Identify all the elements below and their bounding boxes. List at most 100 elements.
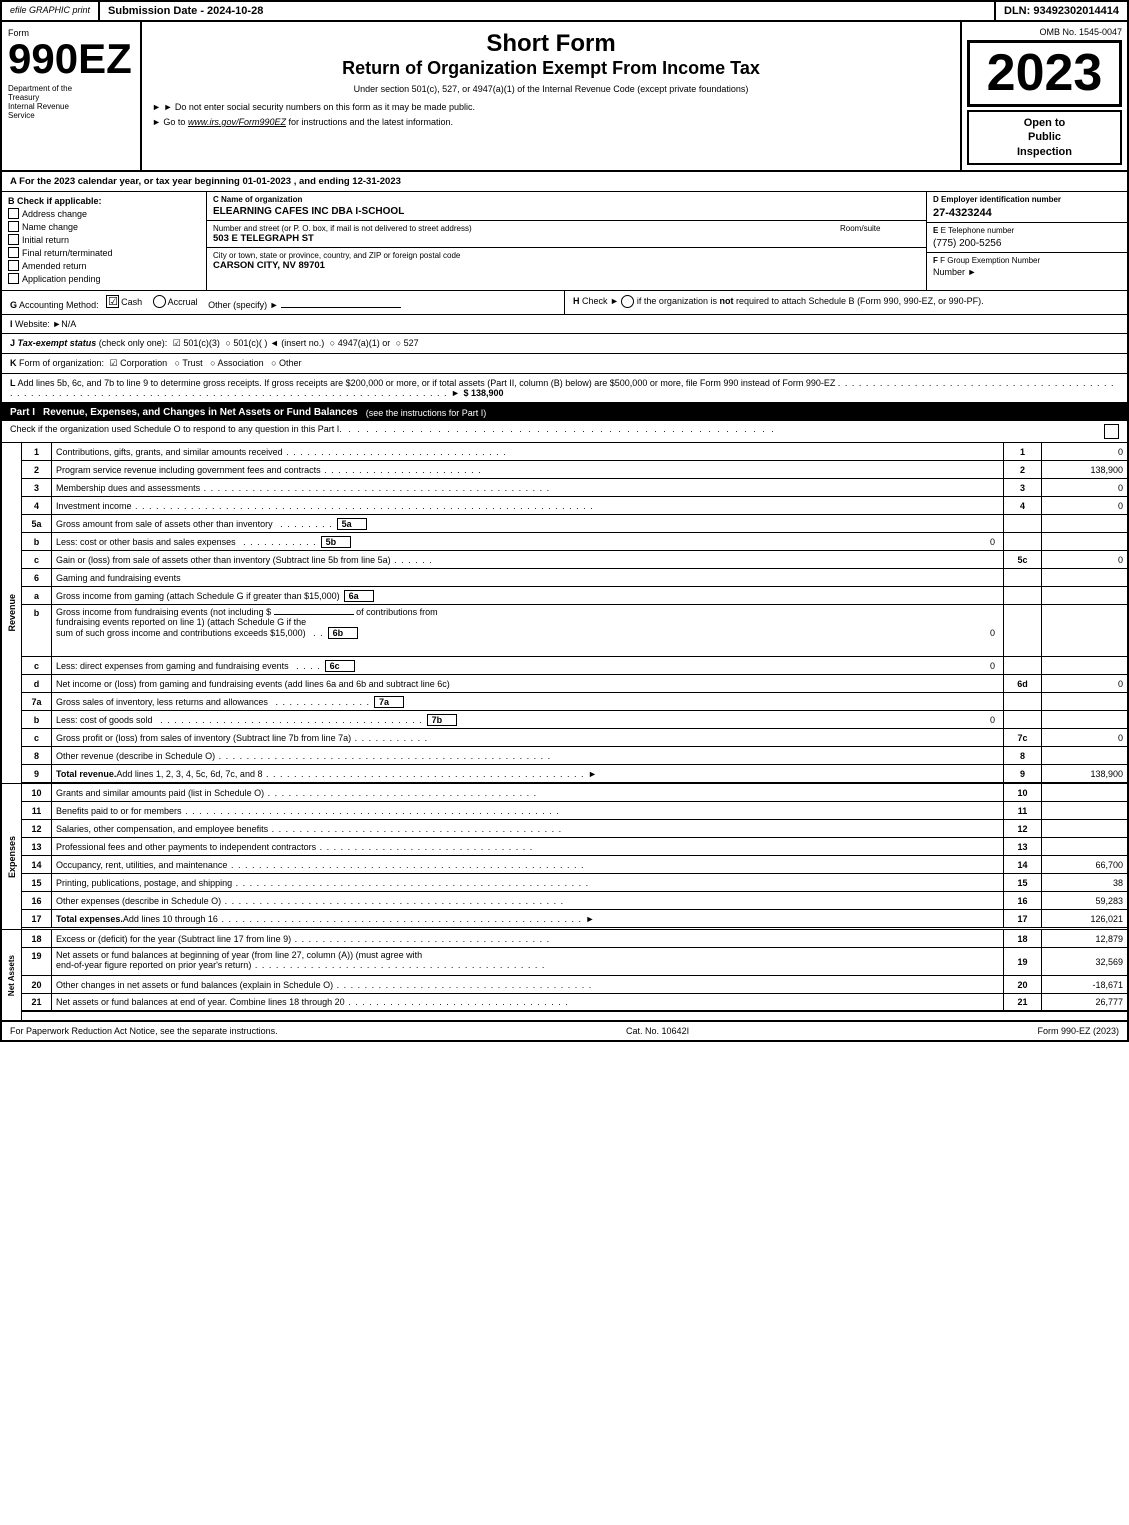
check-line: Check if the organization used Schedule … — [2, 421, 1127, 443]
row-1-desc: Contributions, gifts, grants, and simila… — [52, 443, 1004, 460]
schedule-o-checkbox[interactable] — [1104, 424, 1119, 439]
checkbox-initial-return[interactable]: Initial return — [8, 234, 200, 245]
check-line-text: Check if the organization used Schedule … — [10, 424, 776, 439]
row-20: 20 Other changes in net assets or fund b… — [22, 976, 1127, 994]
other-label: Other (specify) ► — [208, 300, 278, 310]
checkbox-application-pending[interactable]: Application pending — [8, 273, 200, 284]
checkbox-application-pending-box[interactable] — [8, 273, 19, 284]
row-6c-desc: Less: direct expenses from gaming and fu… — [52, 657, 1004, 674]
checkbox-name-change[interactable]: Name change — [8, 221, 200, 232]
paperwork-text: For Paperwork Reduction Act Notice, see … — [10, 1026, 278, 1036]
cash-checkbox[interactable]: ☑ — [106, 295, 119, 308]
h-checkbox[interactable] — [621, 295, 634, 308]
gh-row: G Accounting Method: ☑ Cash Accrual Othe… — [2, 291, 1127, 315]
row-5b-value — [1042, 533, 1127, 550]
group-label: F F Group Exemption Number — [933, 256, 1121, 265]
omb-number: OMB No. 1545-0047 — [967, 27, 1122, 37]
expenses-section: Expenses 10 Grants and similar amounts p… — [2, 783, 1127, 929]
form-number-block: Form 990EZ Department of the Treasury In… — [2, 22, 142, 170]
row-6b-value — [1042, 605, 1127, 656]
application-pending-label: Application pending — [22, 274, 101, 284]
checkbox-final-return[interactable]: Final return/terminated — [8, 247, 200, 258]
row-3-num: 3 — [22, 479, 52, 496]
row-15: 15 Printing, publications, postage, and … — [22, 874, 1127, 892]
row-5a-linenum — [1004, 515, 1042, 532]
row-9: 9 Total revenue. Add lines 1, 2, 3, 4, 5… — [22, 765, 1127, 783]
form-title2: Return of Organization Exempt From Incom… — [152, 58, 950, 79]
accrual-checkbox[interactable] — [153, 295, 166, 308]
row-7a-num: 7a — [22, 693, 52, 710]
row-7c-linenum: 7c — [1004, 729, 1042, 746]
row-6d-num: d — [22, 675, 52, 692]
section-a-text: For the 2023 calendar year, or tax year … — [19, 176, 401, 187]
row-2-desc: Program service revenue including govern… — [52, 461, 1004, 478]
c-street-block: Number and street (or P. O. box, if mail… — [213, 224, 830, 244]
row-6b-desc: Gross income from fundraising events (no… — [52, 605, 1004, 656]
row-1-value: 0 — [1042, 443, 1127, 460]
row-10: 10 Grants and similar amounts paid (list… — [22, 784, 1127, 802]
dln-text: DLN: 93492302014414 — [1004, 5, 1119, 17]
amended-return-label: Amended return — [22, 261, 87, 271]
form-page: efile GRAPHIC print Submission Date - 20… — [0, 0, 1129, 1042]
row-2: 2 Program service revenue including gove… — [22, 461, 1127, 479]
checkbox-final-return-box[interactable] — [8, 247, 19, 258]
row-8-desc: Other revenue (describe in Schedule O) .… — [52, 747, 1004, 764]
row-21: 21 Net assets or fund balances at end of… — [22, 994, 1127, 1012]
checkbox-initial-return-box[interactable] — [8, 234, 19, 245]
row-7b: b Less: cost of goods sold . . . . . . .… — [22, 711, 1127, 729]
row-19: 19 Net assets or fund balances at beginn… — [22, 948, 1127, 976]
checkbox-name-change-box[interactable] — [8, 221, 19, 232]
row-4-value: 0 — [1042, 497, 1127, 514]
checkbox-amended-return-box[interactable] — [8, 260, 19, 271]
row-2-num: 2 — [22, 461, 52, 478]
row-5b-linenum — [1004, 533, 1042, 550]
checkbox-address-change-box[interactable] — [8, 208, 19, 219]
row-13: 13 Professional fees and other payments … — [22, 838, 1127, 856]
revenue-section: Revenue 1 Contributions, gifts, grants, … — [2, 443, 1127, 783]
part-i-header: Part I Revenue, Expenses, and Changes in… — [2, 404, 1127, 421]
phone-block: E E Telephone number (775) 200-5256 — [927, 223, 1127, 253]
efile-text: efile GRAPHIC print — [10, 5, 90, 15]
section-c: C Name of organization ELEARNING CAFES I… — [207, 192, 927, 290]
b-label: B Check if applicable: — [8, 196, 200, 206]
row-18: 18 Excess or (deficit) for the year (Sub… — [22, 930, 1127, 948]
form-subtitle: Under section 501(c), 527, or 4947(a)(1)… — [152, 84, 950, 94]
c-name-label: C Name of organization — [213, 195, 920, 204]
group-arrow: ► — [968, 267, 977, 277]
row-5b-desc: Less: cost or other basis and sales expe… — [52, 533, 1004, 550]
row-7a: 7a Gross sales of inventory, less return… — [22, 693, 1127, 711]
row-7c-value: 0 — [1042, 729, 1127, 746]
dept-line1: Department of the — [8, 84, 134, 93]
omb-block: OMB No. 1545-0047 2023 Open toPublicInsp… — [962, 22, 1127, 170]
org-name: ELEARNING CAFES INC DBA I-SCHOOL — [213, 206, 920, 217]
row-5c: c Gain or (loss) from sale of assets oth… — [22, 551, 1127, 569]
row-5a-value — [1042, 515, 1127, 532]
row-3-desc: Membership dues and assessments . . . . … — [52, 479, 1004, 496]
group-block: F F Group Exemption Number Number ► — [927, 253, 1127, 280]
phone-value: (775) 200-5256 — [933, 238, 1121, 249]
form-title1: Short Form — [152, 30, 950, 58]
final-return-label: Final return/terminated — [22, 248, 113, 258]
row-14: 14 Occupancy, rent, utilities, and maint… — [22, 856, 1127, 874]
revenue-label-text: Revenue — [7, 594, 17, 632]
row-7b-linenum — [1004, 711, 1042, 728]
row-6-linenum — [1004, 569, 1042, 586]
instruction1-text: ► Do not enter social security numbers o… — [163, 102, 475, 112]
row-7a-linenum — [1004, 693, 1042, 710]
other-underline — [281, 307, 401, 308]
group-label-text: F Group Exemption Number — [940, 256, 1040, 265]
checkbox-address-change[interactable]: Address change — [8, 208, 200, 219]
row-6b-linenum — [1004, 605, 1042, 656]
row-8-linenum: 8 — [1004, 747, 1042, 764]
row-6-num: 6 — [22, 569, 52, 586]
row-5b: b Less: cost or other basis and sales ex… — [22, 533, 1127, 551]
net-asset-rows: 18 Excess or (deficit) for the year (Sub… — [22, 930, 1127, 1020]
row-6b: b Gross income from fundraising events (… — [22, 605, 1127, 657]
row-6c-value — [1042, 657, 1127, 674]
row-7b-num: b — [22, 711, 52, 728]
row-16: 16 Other expenses (describe in Schedule … — [22, 892, 1127, 910]
net-assets-section: Net Assets 18 Excess or (deficit) for th… — [2, 929, 1127, 1020]
checkbox-amended-return[interactable]: Amended return — [8, 260, 200, 271]
accrual-label: Accrual — [168, 297, 198, 307]
row-6d-value: 0 — [1042, 675, 1127, 692]
